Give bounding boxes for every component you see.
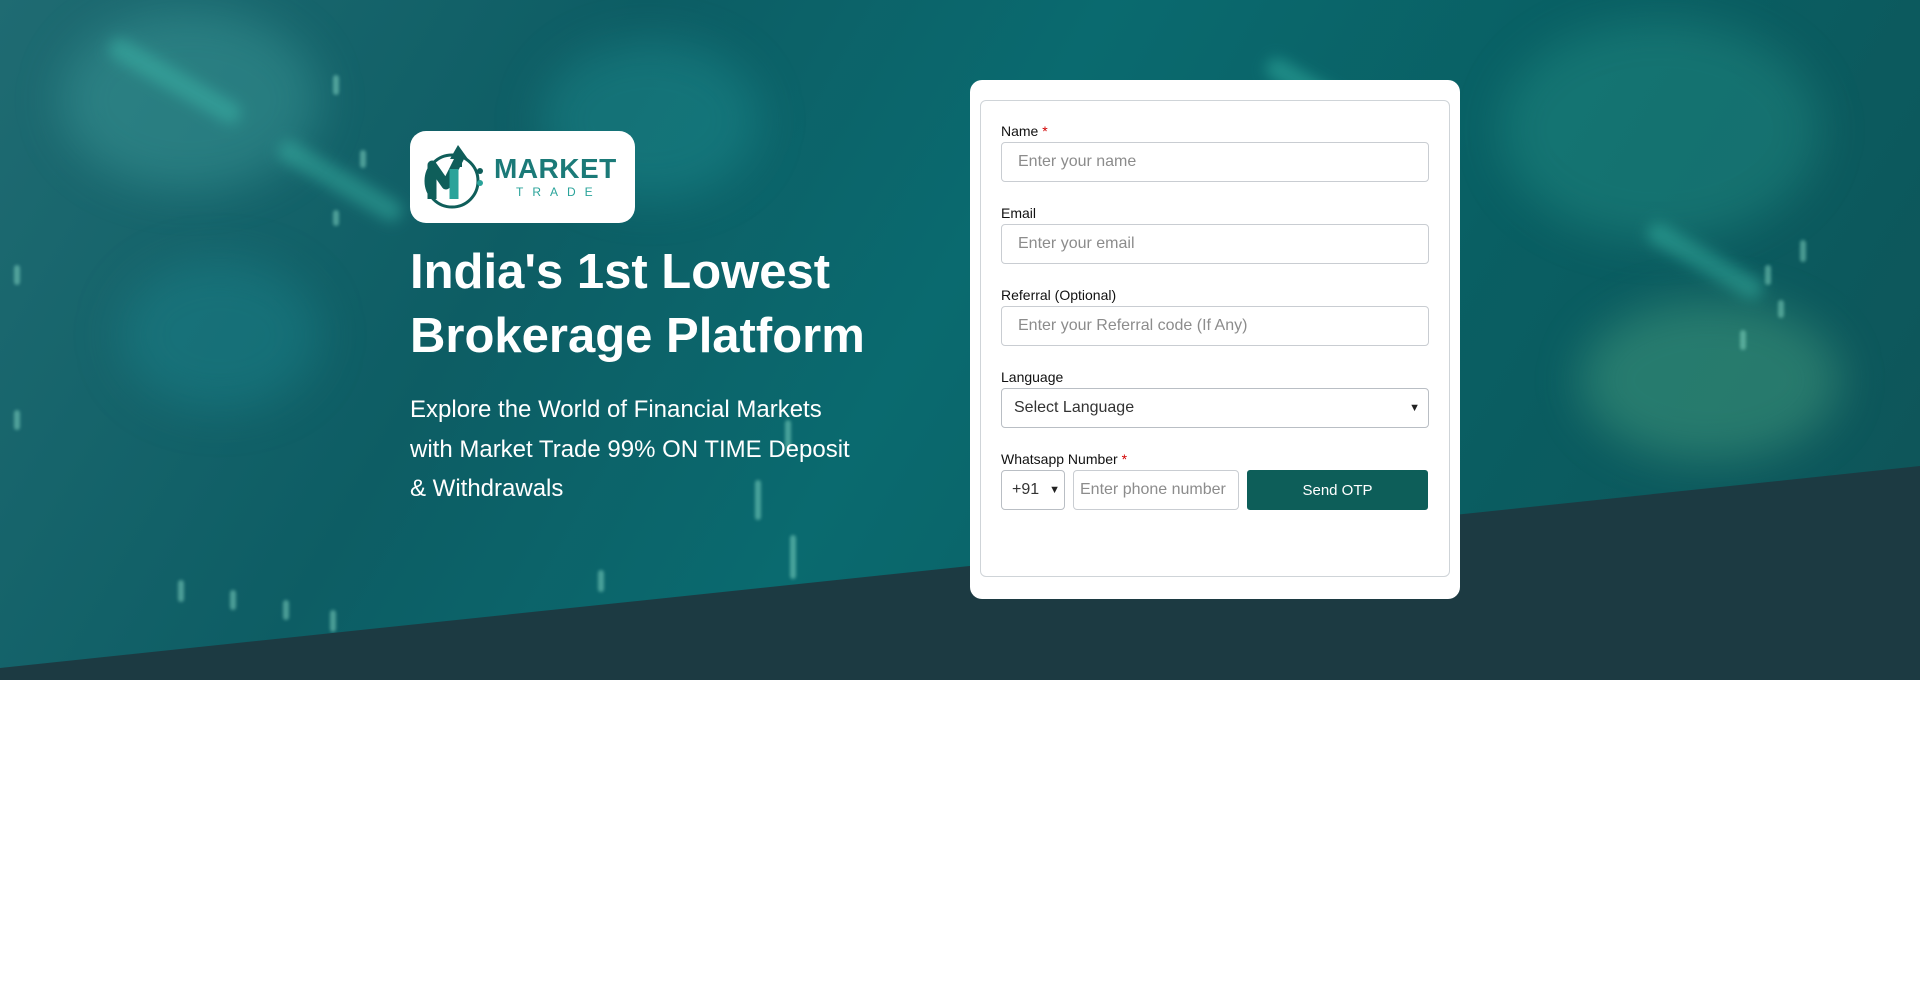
- phone-number-input[interactable]: [1073, 470, 1239, 510]
- chevron-down-icon: ▼: [1049, 484, 1060, 496]
- hero-banner: MARKET TRADE India's 1st Lowest Brokerag…: [0, 0, 1920, 680]
- hero-subheadline: Explore the World of Financial Markets w…: [410, 396, 850, 502]
- market-trade-logo-icon: [424, 145, 483, 209]
- name-label-text: Name: [1001, 123, 1039, 139]
- name-input[interactable]: [1001, 142, 1429, 182]
- email-input[interactable]: [1001, 224, 1429, 264]
- logo-title: MARKET: [494, 153, 617, 184]
- signup-card: Name * Email Referral (Optional) Languag…: [970, 80, 1460, 599]
- language-selected-value: Select Language: [1014, 399, 1135, 416]
- market-trade-logo[interactable]: MARKET TRADE: [410, 131, 635, 223]
- country-code-value: +91: [1012, 481, 1040, 498]
- whatsapp-row: +91 ▼ Send OTP: [1001, 470, 1429, 510]
- language-select[interactable]: Select Language ▼: [1001, 388, 1429, 428]
- send-otp-button[interactable]: Send OTP: [1247, 470, 1428, 510]
- logo-subtitle: TRADE: [516, 185, 602, 199]
- signup-form: Name * Email Referral (Optional) Languag…: [980, 100, 1450, 577]
- language-label: Language: [1001, 369, 1064, 385]
- referral-label: Referral (Optional): [1001, 287, 1117, 303]
- email-label: Email: [1001, 205, 1037, 221]
- hero-bottom-band: [0, 466, 1920, 680]
- chevron-down-icon: ▼: [1409, 402, 1420, 414]
- whatsapp-label-text: Whatsapp Number: [1001, 451, 1118, 467]
- required-mark: *: [1121, 451, 1128, 467]
- name-label: Name *: [1001, 122, 1429, 141]
- referral-input[interactable]: [1001, 306, 1429, 346]
- whatsapp-label: Whatsapp Number *: [1001, 450, 1429, 469]
- hero-headline: India's 1st Lowest Brokerage Platform: [410, 245, 865, 363]
- required-mark: *: [1042, 123, 1048, 139]
- country-code-select[interactable]: +91 ▼: [1001, 470, 1065, 510]
